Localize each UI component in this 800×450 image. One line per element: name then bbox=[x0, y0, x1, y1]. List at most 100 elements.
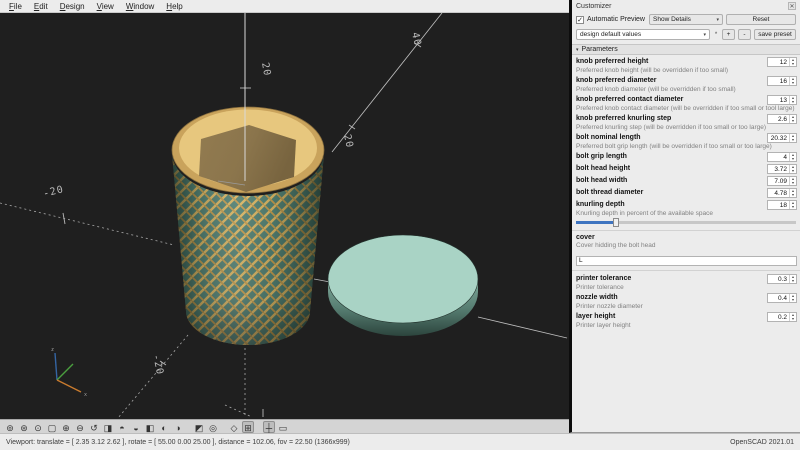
gizmo-z-label: z bbox=[51, 347, 54, 353]
axis-tick-mark bbox=[349, 125, 355, 129]
orthogonal-icon[interactable]: ⊞ bbox=[242, 421, 254, 433]
printer-tolerance-spinbox[interactable]: 0.3▴▾ bbox=[767, 274, 797, 284]
view-right-icon[interactable]: ◨ bbox=[102, 421, 114, 433]
slider-handle[interactable] bbox=[613, 218, 619, 227]
3d-scene: -20204020-20 bbox=[0, 13, 569, 419]
spin-arrows-icon[interactable]: ▴▾ bbox=[789, 313, 796, 321]
remove-preset-button[interactable]: - bbox=[738, 29, 751, 40]
param-cover: coverCover hidding the bolt head bbox=[572, 230, 800, 268]
param-printer-tolerance: printer tolerance0.3▴▾Printer tolerance bbox=[572, 270, 800, 292]
show-scale-markers-icon[interactable]: ▭ bbox=[277, 421, 289, 433]
cover-model bbox=[328, 235, 478, 336]
param-value: 4 bbox=[768, 153, 789, 161]
param-value: 4.78 bbox=[768, 189, 789, 197]
param-description: Cover hidding the bolt head bbox=[576, 242, 797, 249]
spin-arrows-icon[interactable]: ▴▾ bbox=[789, 115, 796, 123]
param-description: Preferred bolt grip length (will be over… bbox=[576, 143, 797, 150]
param-description: Preferred knob diameter (will be overrid… bbox=[576, 86, 797, 93]
view-back-icon[interactable]: ◑ bbox=[172, 421, 184, 433]
param-knob-preferred-knurling-step: knob preferred knurling step2.6▴▾Preferr… bbox=[572, 113, 800, 132]
3d-viewport[interactable]: -20204020-20 bbox=[0, 13, 569, 419]
param-description: Knurling depth in percent of the availab… bbox=[576, 210, 797, 217]
spin-arrows-icon[interactable]: ▴▾ bbox=[789, 58, 796, 66]
preset-modified-marker: * bbox=[713, 32, 719, 38]
layer-height-spinbox[interactable]: 0.2▴▾ bbox=[767, 312, 797, 322]
param-name: bolt grip length bbox=[576, 153, 627, 161]
param-nozzle-width: nozzle width0.4▴▾Printer nozzle diameter bbox=[572, 292, 800, 311]
save-preset-button[interactable]: save preset bbox=[754, 29, 796, 40]
x-axis-positive-line bbox=[478, 317, 567, 338]
knob-preferred-contact-diameter-spinbox[interactable]: 13▴▾ bbox=[767, 95, 797, 105]
reset-button[interactable]: Reset bbox=[726, 14, 796, 25]
param-bolt-head-width: bolt head width 7.09▴▾ bbox=[572, 175, 800, 187]
show-details-dropdown[interactable]: Show Details ▾ bbox=[649, 14, 723, 25]
spin-arrows-icon[interactable]: ▴▾ bbox=[789, 177, 796, 185]
bolt-nominal-length-spinbox[interactable]: 20.32▴▾ bbox=[767, 133, 797, 143]
spin-arrows-icon[interactable]: ▴▾ bbox=[789, 275, 796, 283]
knob-preferred-height-spinbox[interactable]: 12▴▾ bbox=[767, 57, 797, 67]
view-front-icon[interactable]: ◐ bbox=[158, 421, 170, 433]
knurling-depth-slider[interactable] bbox=[576, 218, 796, 227]
bolt-thread-diameter-spinbox[interactable]: 4.78▴▾ bbox=[767, 188, 797, 198]
axis-tick-label: 20 bbox=[259, 62, 272, 78]
spin-arrows-icon[interactable]: ▴▾ bbox=[789, 96, 796, 104]
openscad-window: FileEditDesignViewWindowHelp bbox=[0, 0, 800, 450]
zoom-to-fit-icon[interactable]: ⊛ bbox=[18, 421, 30, 433]
chevron-down-icon: ▾ bbox=[703, 32, 706, 38]
bolt-head-width-spinbox[interactable]: 7.09▴▾ bbox=[767, 176, 797, 186]
param-knurling-depth: knurling depth 18▴▾Knurling depth in perc… bbox=[572, 199, 800, 228]
zoom-selection-icon[interactable]: ⊙ bbox=[32, 421, 44, 433]
axis-fragment-line bbox=[225, 405, 252, 417]
view-top-icon[interactable]: ◓ bbox=[116, 421, 128, 433]
spin-arrows-icon[interactable]: ▴▾ bbox=[789, 294, 796, 302]
param-layer-height: layer height0.2▴▾Printer layer height bbox=[572, 311, 800, 330]
knob-preferred-diameter-spinbox[interactable]: 16▴▾ bbox=[767, 76, 797, 86]
zoom-in-icon[interactable]: ⊕ bbox=[60, 421, 72, 433]
bolt-grip-length-spinbox[interactable]: 4▴▾ bbox=[767, 152, 797, 162]
add-preset-button[interactable]: + bbox=[722, 29, 735, 40]
knob-preferred-knurling-step-spinbox[interactable]: 2.6▴▾ bbox=[767, 114, 797, 124]
bolt-head-height-spinbox[interactable]: 3.72▴▾ bbox=[767, 164, 797, 174]
spin-arrows-icon[interactable]: ▴▾ bbox=[789, 77, 796, 85]
close-icon[interactable]: ✕ bbox=[788, 2, 796, 10]
parameters-group-header[interactable]: ▾ Parameters bbox=[572, 44, 800, 55]
preset-row: design default values ▾ * + - save prese… bbox=[572, 27, 800, 42]
preset-combobox[interactable]: design default values ▾ bbox=[576, 29, 710, 40]
automatic-preview-checkbox[interactable]: ✓ bbox=[576, 16, 584, 24]
x-axis-negative-line bbox=[0, 203, 174, 245]
menu-window[interactable]: Window bbox=[120, 2, 160, 11]
spin-arrows-icon[interactable]: ▴▾ bbox=[789, 153, 796, 161]
automatic-preview-label: Automatic Preview bbox=[587, 16, 646, 23]
knurling-depth-spinbox[interactable]: 18▴▾ bbox=[767, 200, 797, 210]
view-bottom-icon[interactable]: ◒ bbox=[130, 421, 142, 433]
status-bar: Viewport: translate = [ 2.35 3.12 2.62 ]… bbox=[0, 433, 800, 450]
menu-design[interactable]: Design bbox=[54, 2, 91, 11]
param-name: bolt head width bbox=[576, 177, 627, 185]
param-name: knurling depth bbox=[576, 201, 625, 209]
spin-arrows-icon[interactable]: ▴▾ bbox=[789, 201, 796, 209]
nozzle-width-spinbox[interactable]: 0.4▴▾ bbox=[767, 293, 797, 303]
select-frame-icon[interactable]: ▢ bbox=[46, 421, 58, 433]
show-crosshairs-icon[interactable]: ┼ bbox=[263, 421, 275, 433]
chevron-down-icon: ▾ bbox=[716, 17, 719, 23]
zoom-out-icon[interactable]: ⊖ bbox=[74, 421, 86, 433]
menu-help[interactable]: Help bbox=[160, 2, 188, 11]
zoom-all-icon[interactable]: ⊚ bbox=[4, 421, 16, 433]
spin-arrows-icon[interactable]: ▴▾ bbox=[789, 134, 796, 142]
menu-file[interactable]: File bbox=[3, 2, 28, 11]
view-center-icon[interactable]: ◎ bbox=[207, 421, 219, 433]
perspective-icon[interactable]: ◇ bbox=[228, 421, 240, 433]
view-left-icon[interactable]: ◧ bbox=[144, 421, 156, 433]
menu-view[interactable]: View bbox=[91, 2, 120, 11]
spin-arrows-icon[interactable]: ▴▾ bbox=[789, 165, 796, 173]
collapse-arrow-icon: ▾ bbox=[576, 47, 579, 53]
spin-arrows-icon[interactable]: ▴▾ bbox=[789, 189, 796, 197]
param-value: 20.32 bbox=[768, 134, 789, 142]
param-description: Printer nozzle diameter bbox=[576, 303, 797, 310]
cover-input[interactable] bbox=[576, 256, 797, 266]
axis-tick-label: -20 bbox=[150, 353, 165, 376]
parameters-list: knob preferred height12▴▾Preferred knob … bbox=[572, 55, 800, 432]
reset-view-icon[interactable]: ↺ bbox=[88, 421, 100, 433]
menu-edit[interactable]: Edit bbox=[28, 2, 54, 11]
view-diagonal-icon[interactable]: ◩ bbox=[193, 421, 205, 433]
